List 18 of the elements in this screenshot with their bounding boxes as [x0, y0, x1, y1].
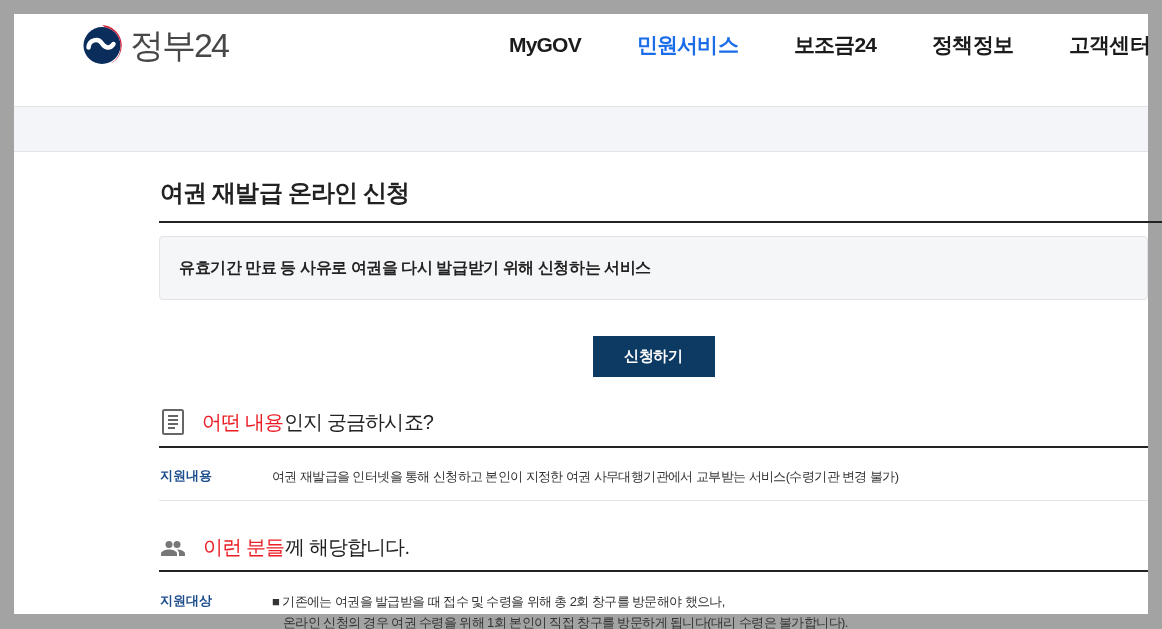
section-heading: 이런 분들께 해당합니다.	[203, 535, 410, 560]
row-text: 여권 재발급을 인터넷을 통해 신청하고 본인이 지정한 여권 사무대행기관에서 교부받는 서비스(수령기관 변경 불가)	[272, 468, 899, 486]
summary-text: 유효기간 만료 등 사유로 여권을 다시 발급받기 위해 신청하는 서비스	[179, 258, 651, 279]
nav-link[interactable]: MyGOV	[509, 31, 581, 59]
nav-link[interactable]: 고객센터	[1069, 31, 1150, 59]
row-label: 지원내용	[159, 467, 213, 485]
people-icon	[161, 540, 185, 556]
page-title: 여권 재발급 온라인 신청	[159, 180, 411, 206]
nav-link[interactable]: 정책정보	[932, 31, 1014, 59]
apply-button[interactable]: 신청하기	[592, 336, 715, 377]
section-heading: 어떤 내용인지 궁금하시죠?	[202, 410, 434, 435]
document-icon	[162, 409, 184, 435]
nav-link[interactable]: 민원서비스	[636, 31, 738, 59]
row-text: ■ 기존에는 여권을 발급받을 때 접수 및 수령을 위해 총 2회 창구를 방문해야 했으나, 온라인 신청의 경우 여권 수령을 위해 1회 본인이 직접 창구를 방문하게 됩니다(대리 수령은 불가합니다).	[272, 593, 848, 629]
site-logo-text[interactable]: 정부24	[130, 25, 228, 65]
emblem-icon	[82, 24, 124, 66]
row-label: 지원대상	[159, 592, 213, 610]
nav-link[interactable]: 보조금24	[793, 31, 877, 59]
